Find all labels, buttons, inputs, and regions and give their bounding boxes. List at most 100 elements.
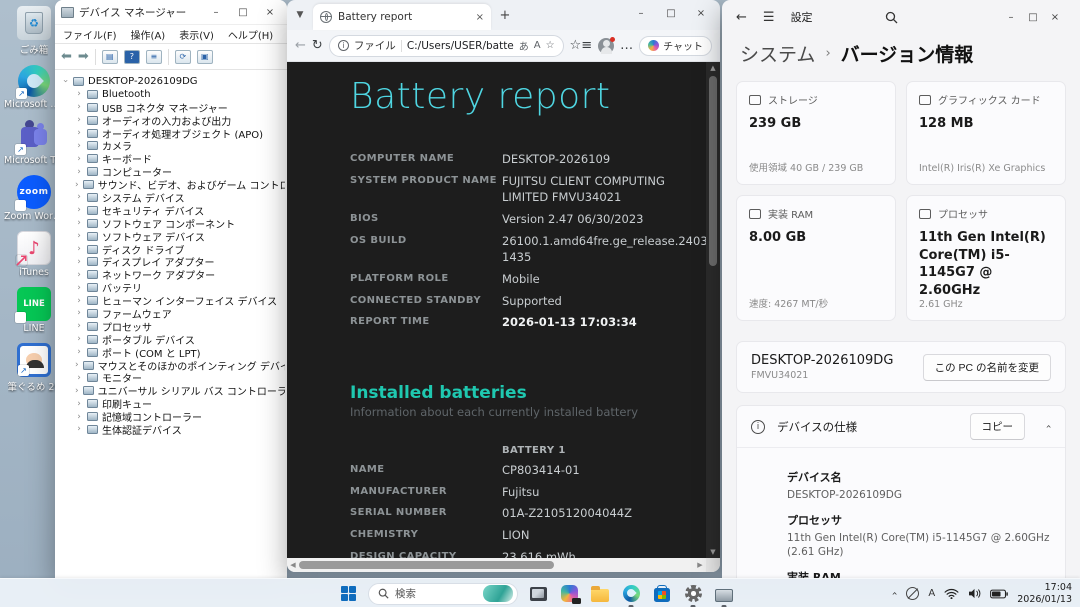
search-highlight-image[interactable] <box>483 585 513 602</box>
chevron-collapsed-icon[interactable]: › <box>75 102 83 112</box>
minimize-icon[interactable]: – <box>205 3 227 21</box>
ime-mode-indicator[interactable]: A <box>928 588 935 599</box>
tree-row[interactable]: › ユニバーサル シリアル バス コントローラー <box>61 384 285 397</box>
page-info-icon[interactable]: i <box>337 40 349 51</box>
search-icon[interactable] <box>885 11 898 24</box>
chevron-collapsed-icon[interactable]: › <box>75 296 83 306</box>
scroll-right-icon[interactable]: ▶ <box>694 561 706 569</box>
hamburger-menu-icon[interactable]: ☰ <box>763 10 775 25</box>
chevron-collapsed-icon[interactable]: › <box>75 231 83 241</box>
minimize-icon[interactable]: – <box>1000 8 1022 26</box>
tree-row[interactable]: › コンピューター <box>61 165 285 178</box>
tree-row[interactable]: › マウスとそのほかのポインティング デバイス <box>61 359 285 371</box>
refresh-icon[interactable]: ↻ <box>312 38 323 53</box>
copilot-app-button[interactable] <box>558 583 581 605</box>
task-view-button[interactable] <box>527 583 549 605</box>
tree-row[interactable]: › オーディオ処理オブジェクト (APO) <box>61 127 285 139</box>
chevron-collapsed-icon[interactable]: › <box>75 115 83 125</box>
menu-item[interactable]: ファイル(F) <box>63 27 117 42</box>
chevron-collapsed-icon[interactable]: › <box>75 347 83 357</box>
maximize-icon[interactable]: □ <box>1022 8 1044 26</box>
chevron-collapsed-icon[interactable]: › <box>75 244 83 254</box>
chevron-collapsed-icon[interactable]: › <box>75 386 79 396</box>
tree-row[interactable]: › USB コネクタ マネージャー <box>61 101 285 113</box>
scrollbar-thumb[interactable] <box>709 76 717 266</box>
chevron-collapsed-icon[interactable]: › <box>75 308 83 318</box>
chevron-collapsed-icon[interactable]: › <box>75 218 83 228</box>
maximize-icon[interactable]: □ <box>656 0 686 26</box>
breadcrumb-parent[interactable]: システム <box>740 40 815 67</box>
speaker-icon[interactable] <box>968 588 981 599</box>
scan-hardware-icon[interactable]: ⟳ <box>174 49 191 64</box>
hidden-icons-chevron-icon[interactable]: › <box>890 592 901 596</box>
close-icon[interactable]: × <box>259 3 281 21</box>
scroll-left-icon[interactable]: ◀ <box>287 561 299 569</box>
chevron-collapsed-icon[interactable]: › <box>75 424 83 434</box>
tree-row[interactable]: › ディスク ドライブ <box>61 243 285 255</box>
chevron-collapsed-icon[interactable]: › <box>75 167 83 177</box>
tree-row[interactable]: › ファームウェア <box>61 307 285 319</box>
taskbar-clock[interactable]: 17:04 2026/01/13 <box>1017 582 1072 606</box>
copy-button[interactable]: コピー <box>969 413 1025 440</box>
file-explorer-button[interactable] <box>589 583 611 605</box>
wifi-icon[interactable] <box>944 588 959 599</box>
vertical-scrollbar[interactable]: ▲ ▼ <box>706 62 720 558</box>
browser-tab[interactable]: Battery report × <box>313 4 491 30</box>
chevron-collapsed-icon[interactable]: › <box>75 205 83 215</box>
more-menu-icon[interactable]: … <box>620 38 633 53</box>
menu-item[interactable]: 操作(A) <box>131 27 166 42</box>
tree-row[interactable]: › サウンド、ビデオ、およびゲーム コントローラー <box>61 178 285 191</box>
chevron-collapsed-icon[interactable]: › <box>75 412 83 422</box>
tree-root-row[interactable]: › DESKTOP-2026109DG <box>61 75 285 88</box>
tree-row[interactable]: › ソフトウェア コンポーネント <box>61 217 285 229</box>
address-bar[interactable]: i ファイル C:/Users/USER/battery-r... あ A ☆ <box>328 34 564 57</box>
tree-row[interactable]: › ポータブル デバイス <box>61 333 285 345</box>
copilot-chat-button[interactable]: チャット <box>639 35 712 56</box>
scroll-up-icon[interactable]: ▲ <box>710 62 715 74</box>
taskbar-search[interactable]: 検索 <box>368 582 518 605</box>
new-tab-icon[interactable]: + <box>495 5 515 25</box>
chevron-collapsed-icon[interactable]: › <box>75 128 83 138</box>
tree-row[interactable]: › Bluetooth <box>61 88 285 101</box>
properties-icon[interactable]: ▤ <box>101 49 118 64</box>
tree-row[interactable]: › プロセッサ <box>61 320 285 332</box>
back-icon[interactable]: ⬅ <box>61 49 72 64</box>
tree-row[interactable]: › バッテリ <box>61 281 285 294</box>
chevron-collapsed-icon[interactable]: › <box>75 283 83 293</box>
tree-row[interactable]: › キーボード <box>61 152 285 165</box>
tree-row[interactable]: › 記憶域コントローラー <box>61 410 285 423</box>
chevron-collapsed-icon[interactable]: › <box>75 334 83 344</box>
devices-icon[interactable]: ▣ <box>196 49 213 64</box>
tree-row[interactable]: › ディスプレイ アダプター <box>61 255 285 268</box>
chevron-collapsed-icon[interactable]: › <box>75 192 83 202</box>
chevron-collapsed-icon[interactable]: › <box>75 399 83 409</box>
chevron-collapsed-icon[interactable]: › <box>75 141 83 151</box>
chevron-up-icon[interactable]: › <box>1044 425 1055 429</box>
tree-row[interactable]: › セキュリティ デバイス <box>61 204 285 216</box>
back-icon[interactable]: ← <box>736 10 747 25</box>
tree-row[interactable]: › ヒューマン インターフェイス デバイス <box>61 294 285 307</box>
chevron-collapsed-icon[interactable]: › <box>75 360 79 370</box>
profile-avatar[interactable] <box>598 36 616 54</box>
tree-row[interactable]: › 印刷キュー <box>61 397 285 410</box>
translate-icon[interactable]: あ <box>519 38 529 53</box>
chevron-collapsed-icon[interactable]: › <box>75 180 79 190</box>
tree-row[interactable]: › ポート (COM と LPT) <box>61 346 285 358</box>
tree-row[interactable]: › 生体認証デバイス <box>61 423 285 435</box>
help-icon[interactable]: ? <box>123 49 140 64</box>
start-button[interactable] <box>337 583 359 605</box>
forward-icon[interactable]: ➡ <box>78 49 89 64</box>
tab-actions-chevron-icon[interactable]: ▼ <box>291 6 309 24</box>
close-icon[interactable]: × <box>1044 8 1066 26</box>
store-button[interactable] <box>651 583 673 605</box>
back-icon[interactable]: ← <box>295 38 306 53</box>
chevron-collapsed-icon[interactable]: › <box>75 270 83 280</box>
tree-row[interactable]: › ソフトウェア デバイス <box>61 230 285 242</box>
scrollbar-thumb[interactable] <box>299 561 554 569</box>
chevron-collapsed-icon[interactable]: › <box>75 89 83 99</box>
tree-row[interactable]: › モニター <box>61 371 285 384</box>
menu-item[interactable]: 表示(V) <box>179 27 214 42</box>
tree-row[interactable]: › システム デバイス <box>61 191 285 203</box>
status-slash-icon[interactable] <box>906 587 920 600</box>
horizontal-scrollbar[interactable]: ◀ ▶ <box>287 558 706 572</box>
